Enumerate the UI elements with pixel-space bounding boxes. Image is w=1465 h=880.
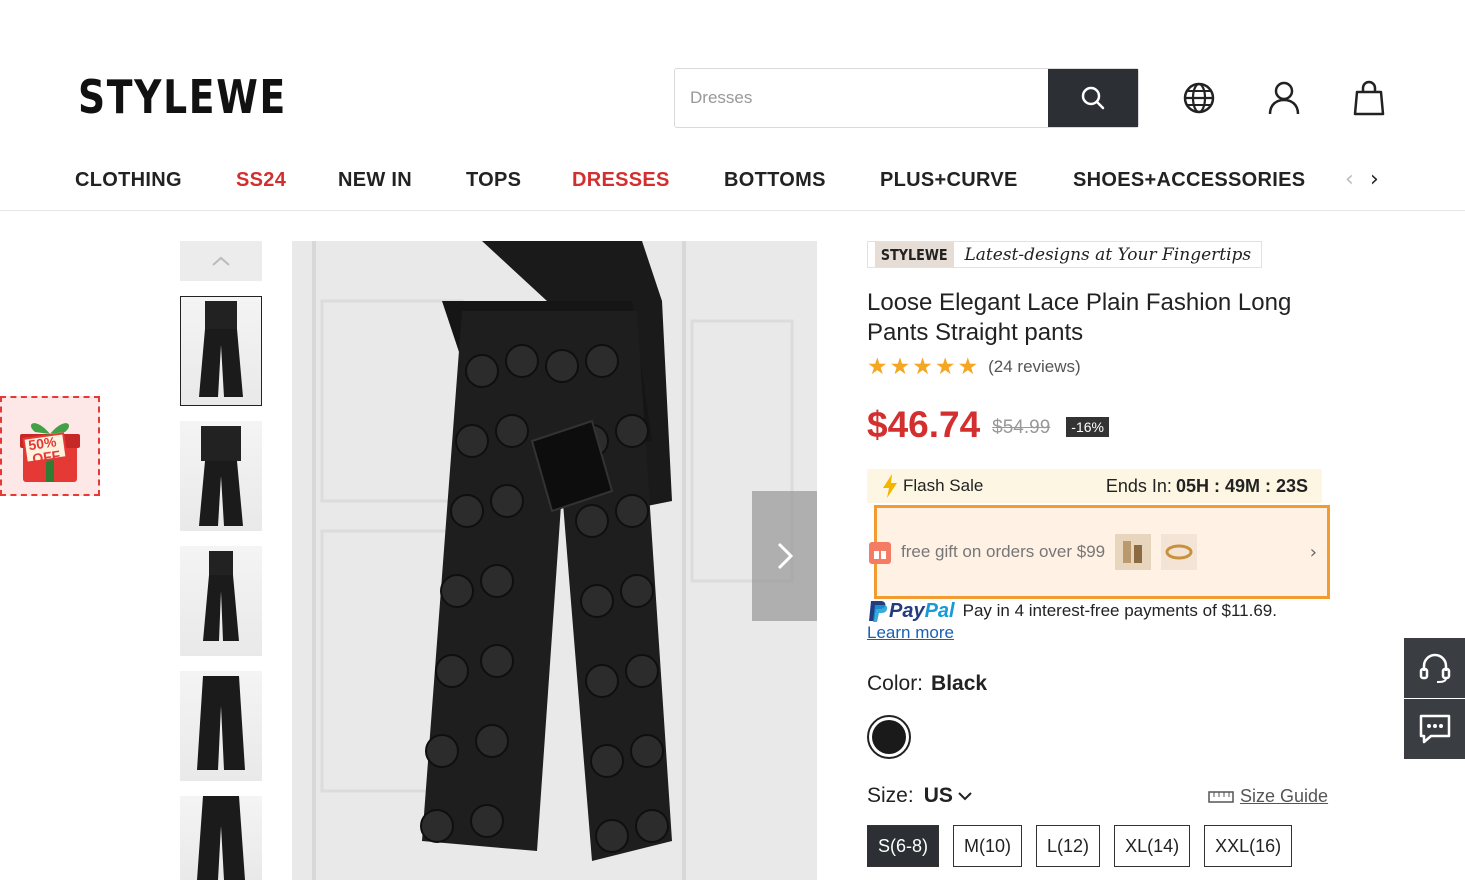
thumbnail-3[interactable]	[180, 546, 262, 656]
nav-item-tops[interactable]: TOPS	[466, 169, 521, 192]
current-price: $46.74	[867, 404, 981, 445]
search-input[interactable]	[675, 69, 1048, 127]
nav-item-dresses[interactable]: DRESSES	[572, 169, 670, 192]
free-gift-banner[interactable]: free gift on orders over $99 ›	[869, 505, 1330, 599]
main-product-image[interactable]	[292, 241, 817, 880]
size-options: S(6-8) M(10) L(12) XL(14) XXL(16)	[867, 825, 1306, 867]
flash-sale-bar: Flash Sale Ends In: 05H : 49M : 23S	[867, 469, 1322, 503]
size-option-s[interactable]: S(6-8)	[867, 825, 940, 867]
chat-icon	[1419, 714, 1450, 744]
chevron-up-icon	[212, 256, 230, 266]
size-option-xxl[interactable]: XXL(16)	[1204, 825, 1293, 867]
free-gift-text: free gift on orders over $99	[901, 542, 1106, 561]
size-label: Size:	[867, 784, 914, 807]
size-option-xl[interactable]: XL(14)	[1114, 825, 1191, 867]
search-bar	[674, 68, 1139, 128]
flash-sale-label: Flash Sale	[903, 476, 984, 495]
color-swatch-black[interactable]	[867, 715, 911, 759]
pants-thumbnail-image	[197, 796, 245, 880]
thumbnail-5[interactable]	[180, 796, 262, 880]
bag-icon[interactable]	[1349, 78, 1389, 118]
pants-thumbnail-image	[197, 676, 245, 770]
countdown-timer: 05H : 49M : 23S	[1175, 475, 1308, 496]
search-icon	[1081, 86, 1105, 110]
nav-next-arrow[interactable]: ›	[1370, 167, 1379, 192]
paypal-logo-pay: Pay	[889, 599, 925, 622]
learn-more-link[interactable]: Learn more	[867, 623, 954, 643]
original-price: $54.99	[992, 417, 1051, 438]
nav-item-bottoms[interactable]: BOTTOMS	[724, 169, 826, 192]
pants-thumbnail-image	[199, 426, 243, 526]
brand-slogan-banner: STYLEWE Latest-designs at Your Fingertip…	[867, 241, 1263, 268]
ends-in-label: Ends In:	[1105, 475, 1172, 496]
thumbnail-1[interactable]	[180, 296, 262, 406]
nav-prev-arrow[interactable]: ‹	[1345, 167, 1354, 192]
color-label-row: Color: Black	[867, 672, 987, 696]
customer-service-button[interactable]	[1404, 638, 1465, 698]
size-label-row: Size: US	[867, 784, 973, 808]
user-icon[interactable]	[1264, 78, 1304, 118]
chevron-down-icon[interactable]	[957, 791, 973, 801]
thumbnail-4[interactable]	[180, 671, 262, 781]
size-option-m[interactable]: M(10)	[953, 825, 1023, 867]
thumbs-up-arrow[interactable]	[180, 241, 262, 281]
gift-bracelet-thumbnail	[1161, 534, 1198, 570]
gift-box-icon: 50% OFF	[20, 423, 80, 482]
paypal-logo: PayPal	[889, 600, 955, 623]
nav-item-new-in[interactable]: NEW IN	[338, 169, 412, 192]
globe-icon[interactable]	[1179, 78, 1219, 118]
gift-icon	[869, 542, 891, 564]
color-value: Black	[931, 672, 988, 695]
slogan-text: Latest-designs at Your Fingertips	[964, 245, 1252, 265]
color-label: Color:	[867, 672, 924, 695]
nav-item-shoes-accessories[interactable]: SHOES+ACCESSORIES	[1073, 169, 1305, 192]
headset-icon	[1419, 653, 1450, 683]
discount-badge: -16%	[1066, 417, 1109, 437]
size-guide-link[interactable]: Size Guide	[1208, 786, 1328, 807]
paypal-installments: PayPal Pay in 4 interest-free payments o…	[867, 599, 1277, 623]
pants-thumbnail-image	[199, 301, 243, 397]
product-photo	[292, 241, 817, 880]
slogan-brand: STYLEWE	[874, 242, 954, 267]
paypal-text: Pay in 4 interest-free payments of $11.6…	[962, 601, 1277, 620]
ruler-icon	[1208, 790, 1234, 803]
image-next-button[interactable]	[752, 491, 817, 621]
main-nav: CLOTHING SS24 NEW IN TOPS DRESSES BOTTOM…	[0, 165, 1465, 211]
gift-product-thumbnail	[1115, 534, 1152, 570]
chat-button[interactable]	[1404, 699, 1465, 759]
swatch-fill	[872, 720, 906, 754]
site-logo[interactable]: STYLEWE	[78, 70, 287, 124]
promo-badge[interactable]: 50% OFF	[0, 396, 100, 496]
chevron-right-icon: ›	[1309, 542, 1317, 563]
thumbnail-2[interactable]	[180, 421, 262, 531]
search-button[interactable]	[1048, 69, 1138, 127]
nav-item-ss24[interactable]: SS24	[236, 169, 286, 192]
star-rating-icon: ★★★★★	[867, 354, 981, 380]
pants-thumbnail-image	[203, 551, 239, 641]
top-strip	[0, 0, 1465, 8]
chevron-right-icon	[777, 542, 793, 570]
size-option-l[interactable]: L(12)	[1036, 825, 1101, 867]
review-count[interactable]: (24 reviews)	[988, 357, 1081, 377]
nav-item-plus-curve[interactable]: PLUS+CURVE	[880, 169, 1018, 192]
paypal-icon	[869, 601, 888, 622]
price-block: $46.74 $54.99 -16%	[867, 404, 1109, 446]
nav-item-clothing[interactable]: CLOTHING	[75, 169, 182, 192]
size-guide-label[interactable]: Size Guide	[1240, 786, 1328, 807]
lightning-icon	[883, 474, 897, 498]
paypal-logo-pal: Pal	[924, 599, 955, 622]
product-rating[interactable]: ★★★★★ (24 reviews)	[867, 354, 1081, 380]
product-title: Loose Elegant Lace Plain Fashion Long Pa…	[867, 289, 1292, 346]
size-region-select[interactable]: US	[924, 784, 953, 808]
